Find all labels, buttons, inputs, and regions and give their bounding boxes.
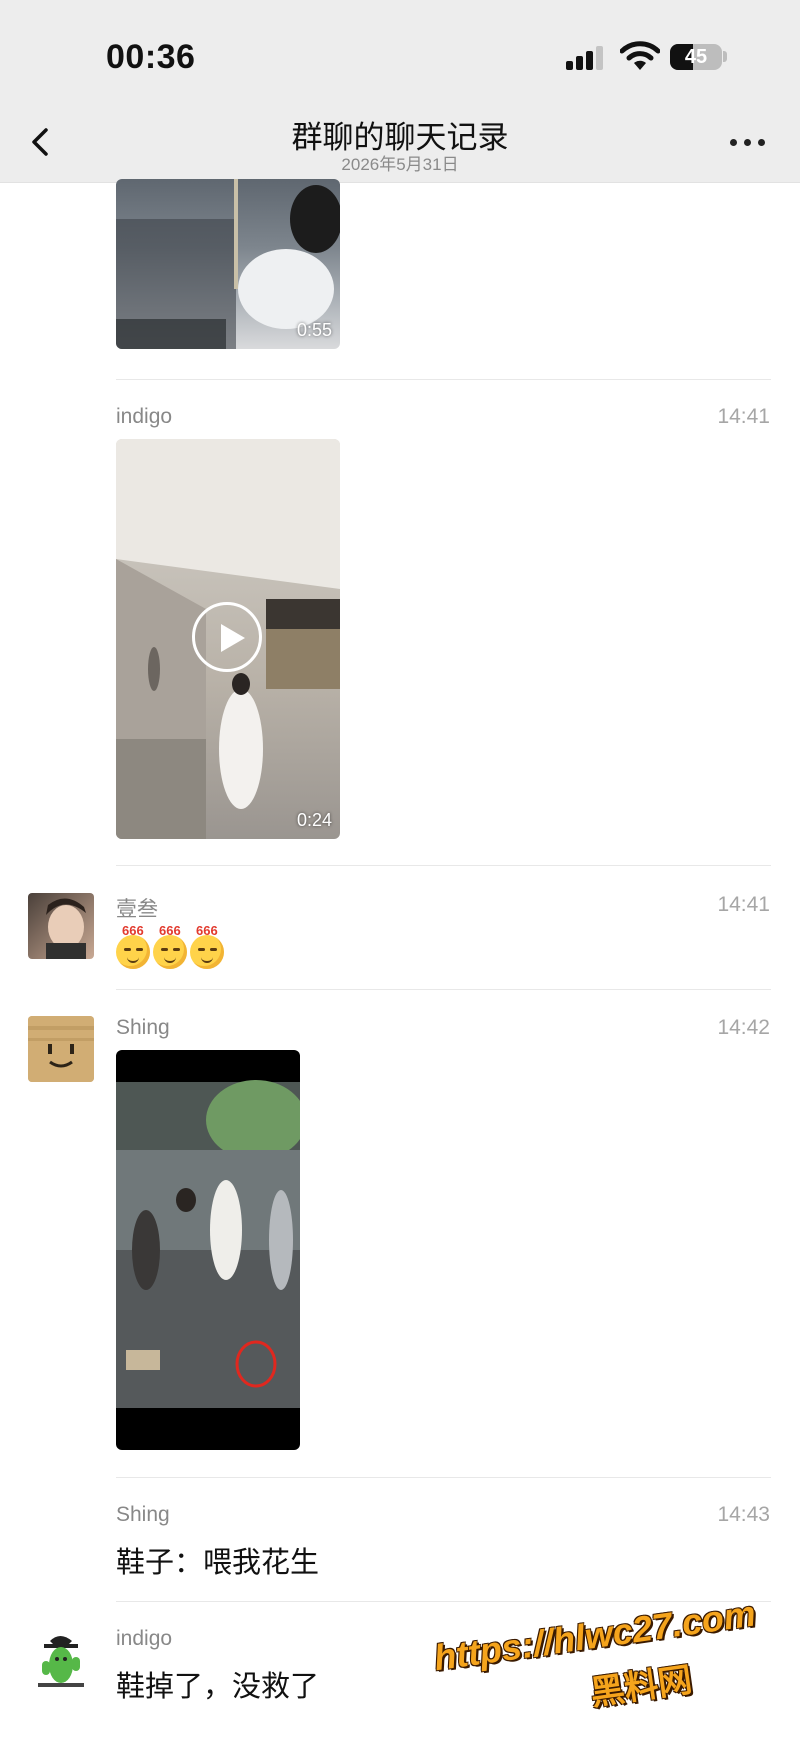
nav-bar: 群聊的聊天记录 2026年5月31日 bbox=[0, 100, 800, 183]
divider bbox=[116, 989, 771, 990]
watermark-site-name: 黑料网 bbox=[588, 1660, 695, 1713]
sticker-tag: 666 bbox=[122, 923, 144, 938]
divider bbox=[116, 379, 771, 380]
avatar[interactable] bbox=[28, 1627, 94, 1693]
battery-tip bbox=[723, 51, 727, 62]
message-text: 鞋掉了，没救了 bbox=[116, 1671, 320, 1703]
status-bar: 00:36 45 bbox=[0, 0, 800, 100]
divider bbox=[116, 865, 771, 866]
sender-name: Shing bbox=[116, 1016, 170, 1039]
chat-history: 0:55 indigo 14:41 0:24 壹叁 14:41 666 666 … bbox=[0, 179, 800, 1739]
video-message[interactable]: 0:55 bbox=[116, 179, 340, 349]
sticker-666[interactable]: 666 bbox=[153, 923, 187, 969]
video-thumbnail bbox=[116, 1080, 300, 1408]
avatar[interactable] bbox=[28, 893, 94, 959]
sticker-tag: 666 bbox=[159, 923, 181, 938]
cellular-signal-icon bbox=[566, 44, 606, 70]
divider bbox=[116, 1601, 771, 1602]
page-subtitle: 2026年5月31日 bbox=[341, 155, 459, 174]
wifi-icon bbox=[620, 41, 660, 70]
battery-level: 45 bbox=[684, 46, 708, 68]
avatar-photo bbox=[46, 898, 86, 959]
message-time: 14:43 bbox=[717, 1503, 770, 1526]
message-time: 14:41 bbox=[717, 893, 770, 916]
sender-name: indigo bbox=[116, 405, 173, 428]
battery-icon: 45 bbox=[670, 44, 722, 70]
message-time: 14:42 bbox=[717, 1016, 770, 1039]
sticker-666[interactable]: 666 bbox=[116, 923, 150, 969]
video-duration: 0:24 bbox=[296, 810, 332, 830]
video-message[interactable] bbox=[116, 1050, 300, 1450]
sticker-tag: 666 bbox=[196, 923, 218, 938]
play-icon[interactable] bbox=[192, 602, 262, 672]
avatar-cactus-icon bbox=[38, 1636, 84, 1687]
sender-name: 壹叁 bbox=[116, 898, 158, 921]
sender-name: Shing bbox=[116, 1503, 170, 1526]
message-time: 14:41 bbox=[717, 405, 770, 428]
sender-name: indigo bbox=[116, 1627, 173, 1650]
avatar-face bbox=[28, 1016, 94, 1082]
divider bbox=[116, 1477, 771, 1478]
message-text: 鞋子：喂我花生 bbox=[116, 1547, 320, 1579]
sticker-666[interactable]: 666 bbox=[190, 923, 224, 969]
video-message[interactable]: 0:24 bbox=[116, 439, 340, 839]
avatar[interactable] bbox=[28, 1016, 94, 1082]
more-options-icon[interactable] bbox=[728, 136, 768, 148]
video-duration: 0:55 bbox=[296, 320, 332, 340]
clock: 00:36 bbox=[106, 38, 196, 76]
